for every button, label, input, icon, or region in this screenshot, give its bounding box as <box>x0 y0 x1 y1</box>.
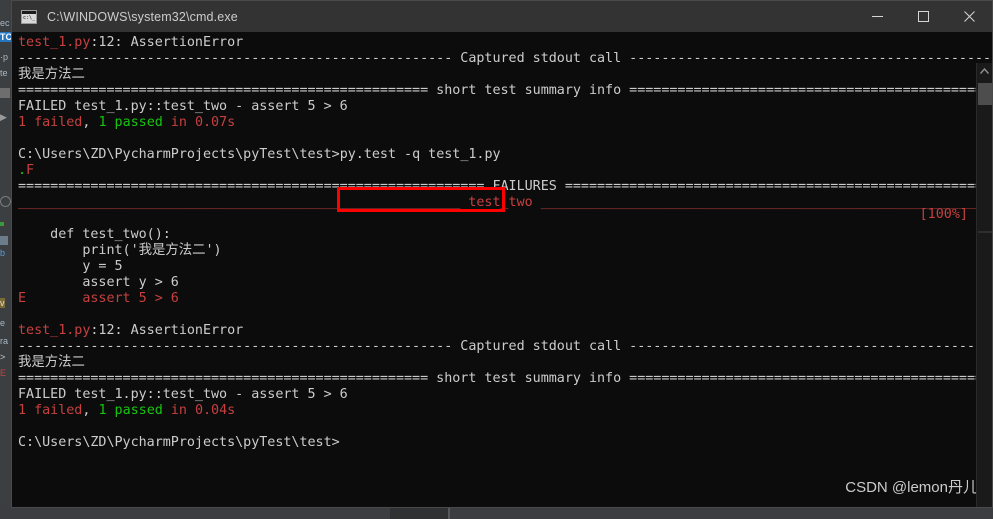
terminal-line-cap-stdout-2: ----------------------------------------… <box>18 339 992 355</box>
terminal-span: C:\Users\ZD\PycharmProjects\pyTest\test> <box>18 147 340 163</box>
terminal-span: in 0.07s <box>162 115 236 131</box>
terminal-span: ________________________________________… <box>18 195 992 211</box>
terminal-line-blank-3 <box>18 307 992 323</box>
terminal-line-code-5: E assert 5 > 6 <box>18 291 992 307</box>
terminal-span: 我是方法二 <box>18 355 85 371</box>
terminal-span: . <box>18 163 27 179</box>
terminal-span: ----------------------------------------… <box>18 339 992 355</box>
scroll-up-icon[interactable] <box>977 63 992 79</box>
terminal-line-summary-sep-2: ========================================… <box>18 371 992 387</box>
terminal-line-failures-sep: ========================================… <box>18 179 992 195</box>
terminal-span: 1 passed <box>98 115 163 131</box>
terminal-span: ========================================… <box>18 83 992 99</box>
terminal-span <box>18 131 26 146</box>
terminal-span: ========================================… <box>18 179 992 195</box>
terminal-line-blank-4 <box>18 419 992 435</box>
terminal-span: E assert 5 > 6 <box>18 291 179 307</box>
window-controls <box>854 1 992 32</box>
close-button[interactable] <box>946 1 992 32</box>
terminal-span: :12: AssertionError <box>90 35 244 50</box>
terminal-span: py.test -q test_1.py <box>339 147 501 163</box>
terminal-line-stdout-text-2: 我是方法二 <box>18 355 992 371</box>
terminal-line-cap-stdout-1: ----------------------------------------… <box>18 51 992 67</box>
terminal-span: assert y > 6 <box>18 275 179 291</box>
cmd-window[interactable]: C:\WINDOWS\system32\cmd.exe test_1.py:12… <box>11 0 993 508</box>
terminal-span: y = 5 <box>18 259 123 275</box>
terminal-span <box>18 419 26 434</box>
terminal-span: test_1.py <box>18 323 91 339</box>
terminal-span: 1 passed <box>98 403 163 419</box>
terminal-span: C:\Users\ZD\PycharmProjects\pyTest\test> <box>18 435 340 451</box>
terminal-span: in 0.04s <box>162 403 236 419</box>
terminal-line-stdout-text-1: 我是方法二 <box>18 67 992 83</box>
terminal-scrollbar[interactable] <box>976 63 992 507</box>
terminal-span: FAILED test_1.py::test_two - assert 5 > … <box>18 99 348 115</box>
terminal-line-progress: .F <box>18 163 992 179</box>
terminal-line-err-2: test_1.py:12: AssertionError <box>18 323 992 339</box>
terminal-line-err-1: test_1.py:12: AssertionError <box>18 35 992 51</box>
terminal-span: 1 failed <box>18 403 83 419</box>
window-titlebar[interactable]: C:\WINDOWS\system32\cmd.exe <box>12 1 992 32</box>
window-title: C:\WINDOWS\system32\cmd.exe <box>47 9 238 24</box>
terminal-span: F <box>26 163 35 179</box>
terminal-line-failed-1: FAILED test_1.py::test_two - assert 5 > … <box>18 99 992 115</box>
minimize-button[interactable] <box>854 1 900 32</box>
terminal-line-failed-2: FAILED test_1.py::test_two - assert 5 > … <box>18 387 992 403</box>
terminal-line-code-1: def test_two(): <box>18 227 992 243</box>
terminal-span: def test_two(): <box>18 227 171 243</box>
terminal-line-code-2: print('我是方法二') <box>18 243 992 259</box>
terminal-line-summary-sep-1: ========================================… <box>18 83 992 99</box>
terminal-line-prompt-cmd: C:\Users\ZD\PycharmProjects\pyTest\test>… <box>18 147 992 163</box>
terminal-span: :12: AssertionError <box>90 323 244 339</box>
terminal-span: , <box>82 115 99 131</box>
screenshot-root: ec TC ·p te ▶ b v e ra > E C:\WINDOWS\sy… <box>0 0 993 519</box>
terminal-line-code-3: y = 5 <box>18 259 992 275</box>
scrollbar-track-mark <box>978 231 992 233</box>
terminal-span: test_1.py <box>18 35 91 50</box>
terminal-output-area[interactable]: test_1.py:12: AssertionError ------------… <box>12 32 992 507</box>
terminal-text: test_1.py:12: AssertionError ------------… <box>18 35 992 451</box>
terminal-span: 我是方法二 <box>18 67 85 83</box>
terminal-line-blank-2 <box>18 211 992 227</box>
progress-percent: [100%] <box>919 207 968 222</box>
terminal-line-blank-1 <box>18 131 992 147</box>
terminal-span <box>18 211 26 226</box>
terminal-span: print('我是方法二') <box>18 243 222 259</box>
terminal-line-prompt-final: C:\Users\ZD\PycharmProjects\pyTest\test> <box>18 435 992 451</box>
scrollbar-thumb[interactable] <box>978 83 992 105</box>
terminal-line-code-4: assert y > 6 <box>18 275 992 291</box>
terminal-line-failure-title: ________________________________________… <box>18 195 992 211</box>
terminal-span: ----------------------------------------… <box>18 51 992 67</box>
terminal-span: , <box>82 403 99 419</box>
terminal-span: FAILED test_1.py::test_two - assert 5 > … <box>18 387 348 403</box>
watermark: CSDN @lemon丹儿 <box>845 479 978 496</box>
maximize-button[interactable] <box>900 1 946 32</box>
terminal-line-tally-1: 1 failed, 1 passed in 0.07s <box>18 115 992 131</box>
cmd-console-icon <box>21 9 37 24</box>
terminal-span <box>18 307 26 322</box>
terminal-span: 1 failed <box>18 115 83 131</box>
terminal-line-tally-2: 1 failed, 1 passed in 0.04s <box>18 403 992 419</box>
terminal-span: ========================================… <box>18 371 992 387</box>
